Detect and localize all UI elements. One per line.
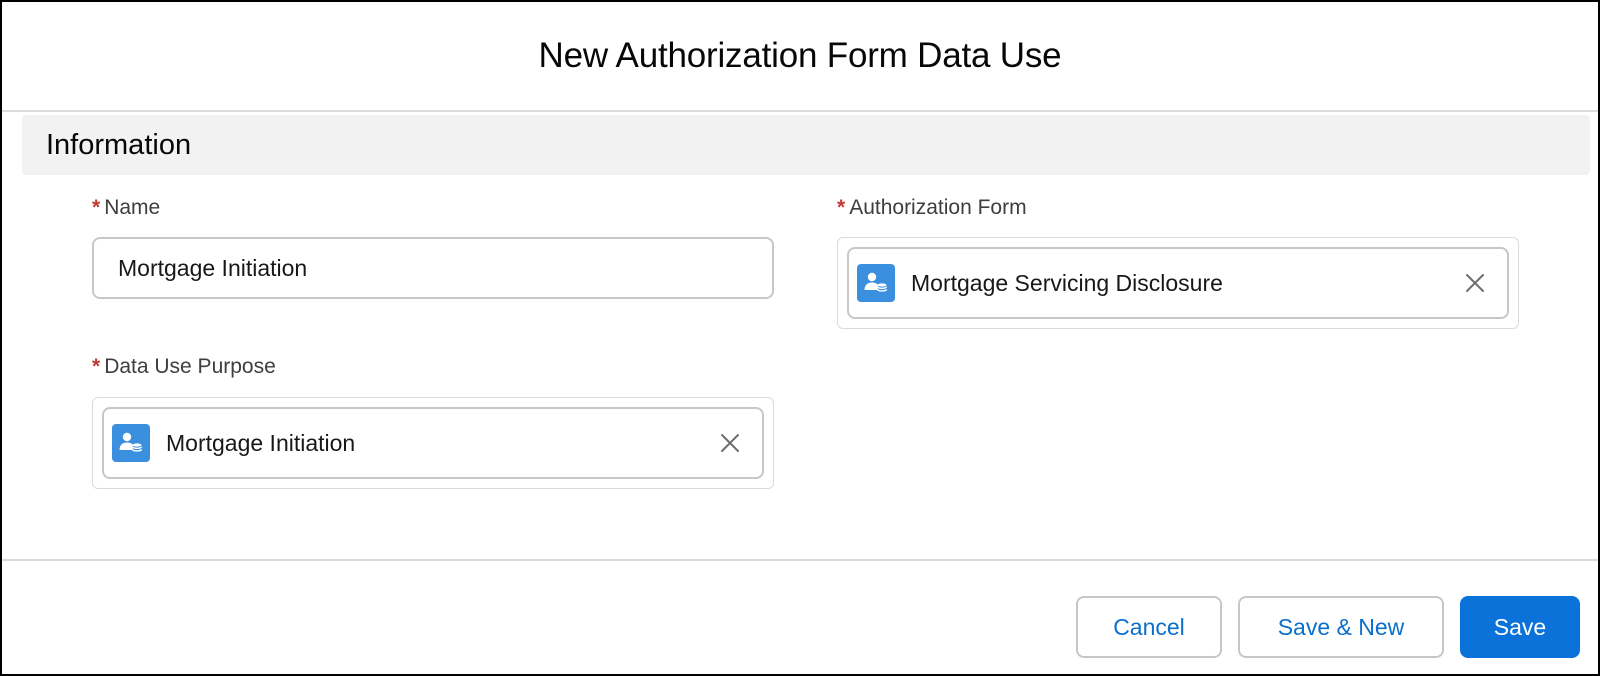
- authorization-form-lookup: Mortgage Servicing Disclosure: [837, 237, 1519, 329]
- close-icon: [1466, 274, 1484, 292]
- authorization-form-clear-button[interactable]: [1455, 263, 1495, 303]
- save-and-new-button[interactable]: Save & New: [1238, 596, 1444, 658]
- name-label-text: Name: [104, 196, 161, 219]
- data-use-purpose-value: Mortgage Initiation: [166, 429, 356, 456]
- modal-header: New Authorization Form Data Use: [2, 2, 1598, 112]
- modal-footer: Cancel Save & New Save: [2, 559, 1598, 674]
- new-record-modal: New Authorization Form Data Use Informat…: [0, 0, 1600, 676]
- record-icon: [857, 264, 895, 302]
- data-use-purpose-pill[interactable]: Mortgage Initiation: [102, 407, 764, 479]
- name-input[interactable]: Mortgage Initiation: [92, 237, 774, 299]
- data-use-purpose-label-text: Data Use Purpose: [104, 355, 276, 378]
- data-use-purpose-lookup: Mortgage Initiation: [92, 397, 774, 489]
- required-marker: *: [92, 355, 101, 378]
- close-icon: [721, 434, 739, 452]
- required-marker: *: [92, 196, 101, 219]
- save-button[interactable]: Save: [1460, 596, 1580, 658]
- authorization-form-label: * Authorization Form: [837, 196, 1027, 220]
- data-use-purpose-clear-button[interactable]: [710, 423, 750, 463]
- name-label: * Name: [92, 196, 160, 220]
- authorization-form-pill[interactable]: Mortgage Servicing Disclosure: [847, 247, 1509, 319]
- authorization-form-value: Mortgage Servicing Disclosure: [911, 269, 1223, 296]
- section-title: Information: [46, 128, 192, 161]
- record-icon: [112, 424, 150, 462]
- cancel-button[interactable]: Cancel: [1076, 596, 1222, 658]
- name-input-value: Mortgage Initiation: [118, 254, 308, 281]
- required-marker: *: [837, 196, 846, 219]
- data-use-purpose-label: * Data Use Purpose: [92, 355, 276, 379]
- modal-title: New Authorization Form Data Use: [538, 36, 1062, 75]
- section-header-information[interactable]: Information: [22, 115, 1590, 175]
- authorization-form-label-text: Authorization Form: [849, 196, 1027, 219]
